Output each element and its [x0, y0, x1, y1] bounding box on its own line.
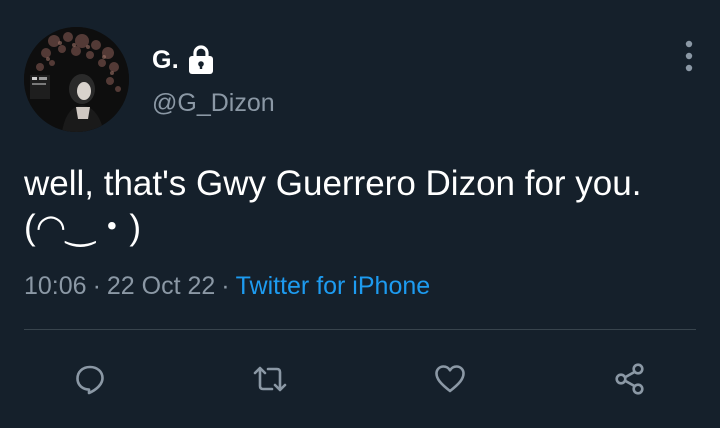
- share-icon: [615, 363, 644, 395]
- tweet-time[interactable]: 10:06: [24, 272, 87, 300]
- tweet-date[interactable]: 22 Oct 22: [107, 272, 215, 300]
- comment-icon: [76, 365, 104, 395]
- more-vertical-icon[interactable]: [680, 40, 698, 72]
- tweet-source[interactable]: Twitter for iPhone: [236, 272, 431, 300]
- display-name[interactable]: G.: [152, 46, 179, 75]
- lock-icon: [187, 45, 215, 75]
- avatar[interactable]: [24, 27, 129, 132]
- tweet-text: well, that's Gwy Guerrero Dizon for you.…: [24, 164, 642, 247]
- tweet-detail: G. @G_Dizon well, that's Gwy Guerrero Di…: [0, 0, 720, 428]
- like-button[interactable]: [430, 359, 470, 399]
- share-button[interactable]: [610, 359, 650, 399]
- tweet-meta: 10:06 · 22 Oct 22 · Twitter for iPhone: [24, 272, 431, 300]
- retweet-icon: [253, 366, 287, 392]
- heart-icon: [435, 365, 465, 393]
- divider: [24, 329, 696, 330]
- reply-button[interactable]: [70, 359, 110, 399]
- retweet-button[interactable]: [250, 359, 290, 399]
- author-info: G. @G_Dizon: [152, 44, 275, 118]
- profile-photo-icon: [24, 27, 129, 132]
- user-handle[interactable]: @G_Dizon: [152, 89, 275, 118]
